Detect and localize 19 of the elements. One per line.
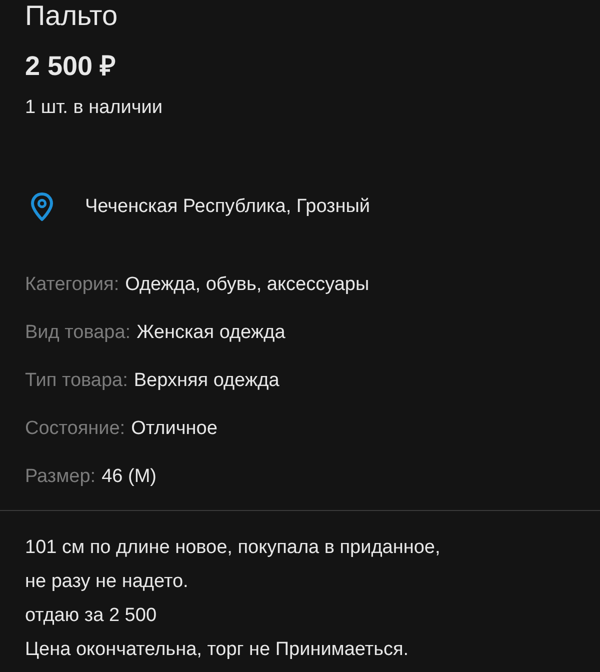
detail-value: Одежда, обувь, аксессуары <box>125 273 370 297</box>
detail-label: Тип товара: <box>25 369 128 393</box>
detail-value: Отличное <box>131 417 218 441</box>
location-text: Чеченская Республика, Грозный <box>85 194 370 219</box>
stock-text: 1 шт. в наличии <box>25 96 164 120</box>
detail-label: Состояние: <box>25 417 126 441</box>
location-pin-icon <box>29 192 55 222</box>
detail-label: Размер: <box>25 465 96 489</box>
detail-value: Верхняя одежда <box>134 369 280 393</box>
product-price: 2 500 ₽ <box>25 50 118 82</box>
detail-label: Вид товара: <box>25 321 131 345</box>
detail-value: Женская одежда <box>136 321 286 345</box>
detail-label: Категория: <box>25 273 120 297</box>
description-line: не разу не надето. <box>25 570 190 594</box>
detail-value: 46 (M) <box>102 465 156 489</box>
description-line: 101 см по длине новое, покупала в приданное, <box>25 536 442 560</box>
product-title: Пальто <box>25 0 119 32</box>
description-line: отдаю за 2 500 <box>25 604 158 628</box>
description-line: Цена окончательна, торг не Принимаеться. <box>25 638 410 662</box>
